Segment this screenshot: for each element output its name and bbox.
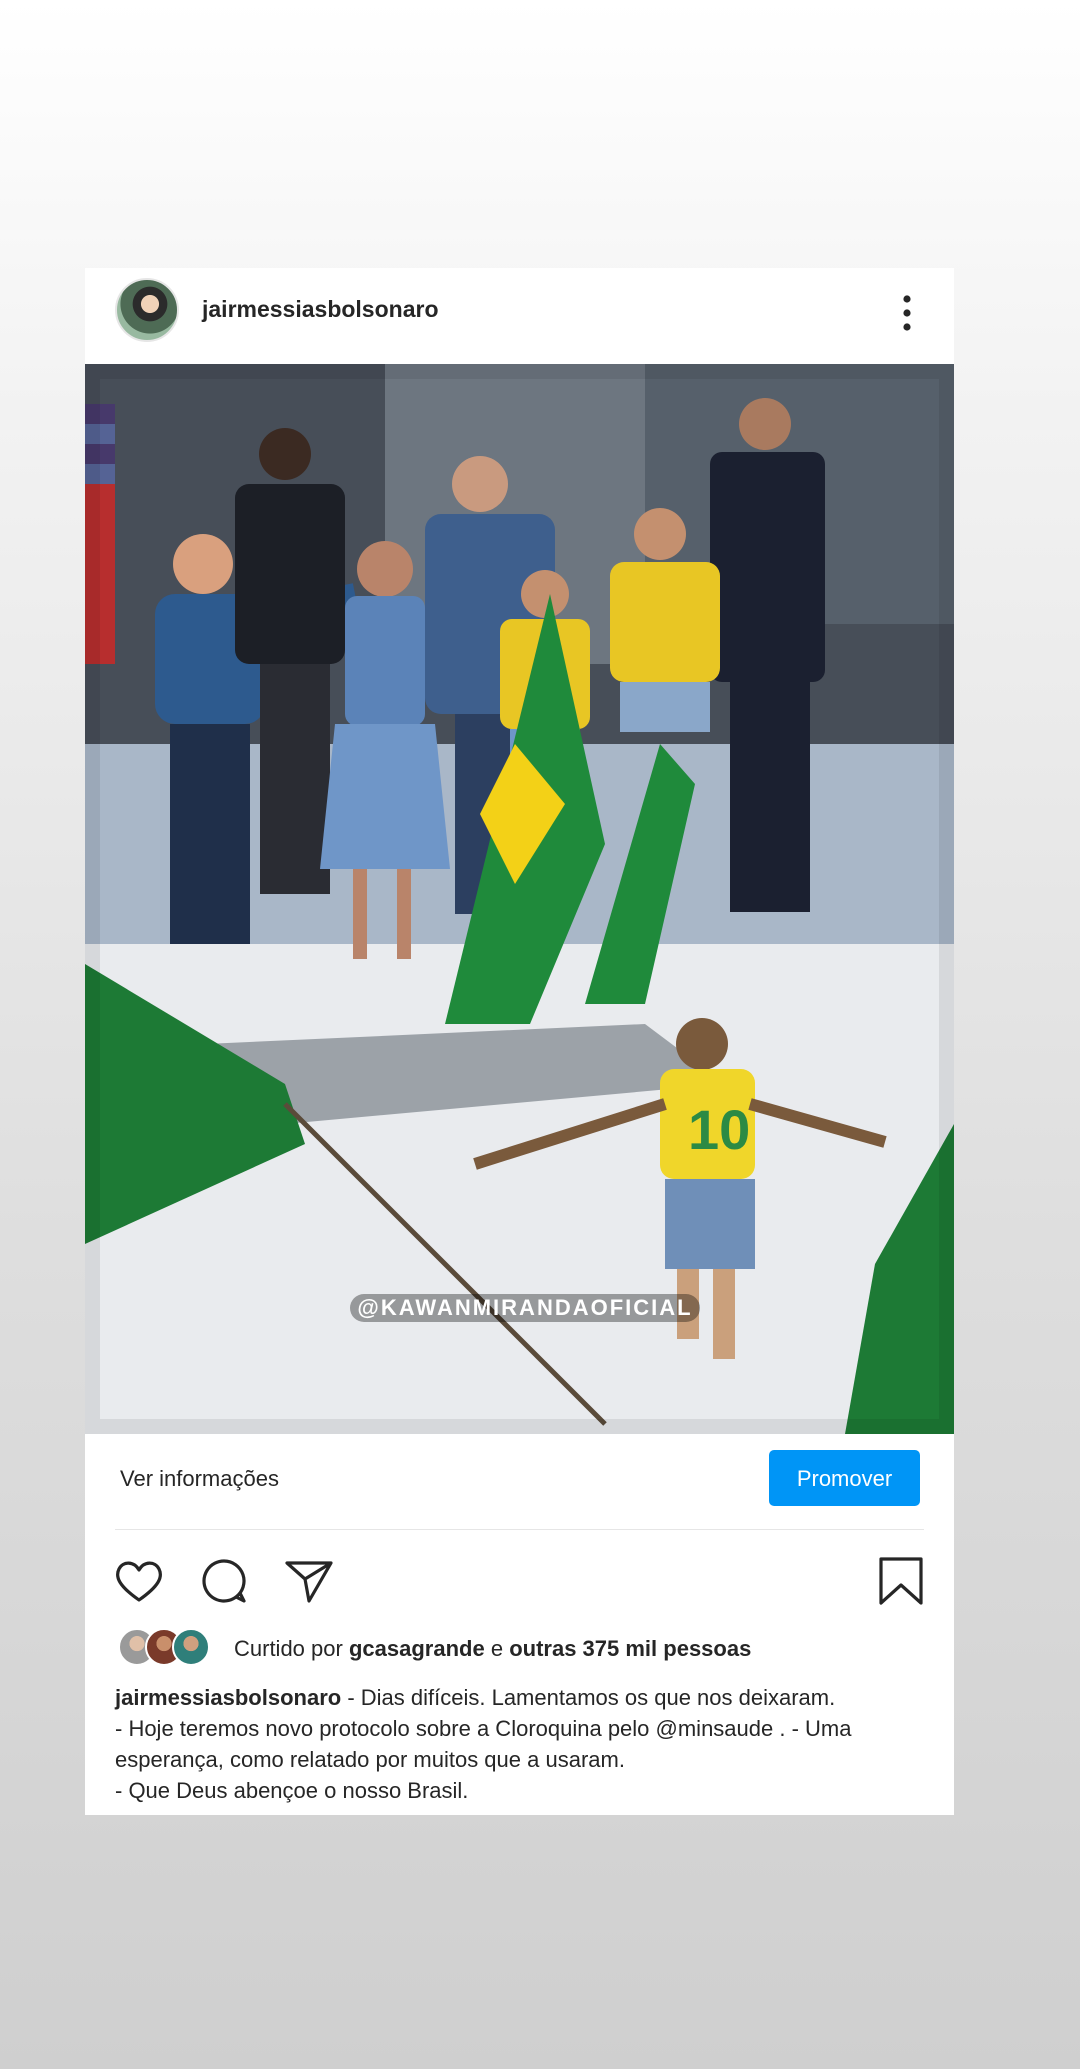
photo-watermark: @KAWANMIRANDAOFICIAL xyxy=(350,1294,700,1322)
svg-text:10: 10 xyxy=(688,1098,750,1161)
comment-bubble-icon[interactable] xyxy=(198,1555,250,1607)
likes-summary[interactable]: Curtido por gcasagrande e outras 375 mil… xyxy=(234,1636,751,1662)
likes-others-count[interactable]: outras 375 mil pessoas xyxy=(509,1636,751,1661)
caption-username[interactable]: jairmessiasbolsonaro xyxy=(115,1685,341,1710)
post-header: jairmessiasbolsonaro xyxy=(85,268,954,364)
promo-row: Ver informações Promover xyxy=(85,1434,954,1529)
post-card: jairmessiasbolsonaro 10 @KAWANMIRANDAOFI… xyxy=(85,268,954,1815)
liker-avatar[interactable] xyxy=(172,1628,210,1666)
promote-button[interactable]: Promover xyxy=(769,1450,920,1506)
view-insights-link[interactable]: Ver informações xyxy=(120,1466,279,1492)
post-photo[interactable]: 10 @KAWANMIRANDAOFICIAL xyxy=(85,364,954,1434)
action-bar xyxy=(85,1543,954,1613)
caption-line-2: - Hoje teremos novo protocolo sobre a Cl… xyxy=(115,1716,852,1741)
photo-scene: 10 xyxy=(85,364,954,1434)
liker-username[interactable]: gcasagrande xyxy=(349,1636,485,1661)
post-username[interactable]: jairmessiasbolsonaro xyxy=(202,296,439,323)
paper-plane-icon[interactable] xyxy=(283,1555,335,1607)
divider xyxy=(115,1529,924,1530)
caption-line-4: - Que Deus abençoe o nosso Brasil. xyxy=(115,1778,469,1803)
caption-line-1: - Dias difíceis. Lamentamos os que nos d… xyxy=(341,1685,836,1710)
bookmark-icon[interactable] xyxy=(875,1555,927,1607)
likes-prefix: Curtido por xyxy=(234,1636,343,1661)
more-options-icon[interactable] xyxy=(900,293,914,333)
likes-connector: e xyxy=(490,1636,504,1661)
post-caption: jairmessiasbolsonaro - Dias difíceis. La… xyxy=(115,1682,935,1806)
likes-row: Curtido por gcasagrande e outras 375 mil… xyxy=(85,1624,954,1674)
heart-icon[interactable] xyxy=(113,1555,165,1607)
avatar[interactable] xyxy=(115,278,179,342)
caption-line-3: esperança, como relatado por muitos que … xyxy=(115,1747,625,1772)
